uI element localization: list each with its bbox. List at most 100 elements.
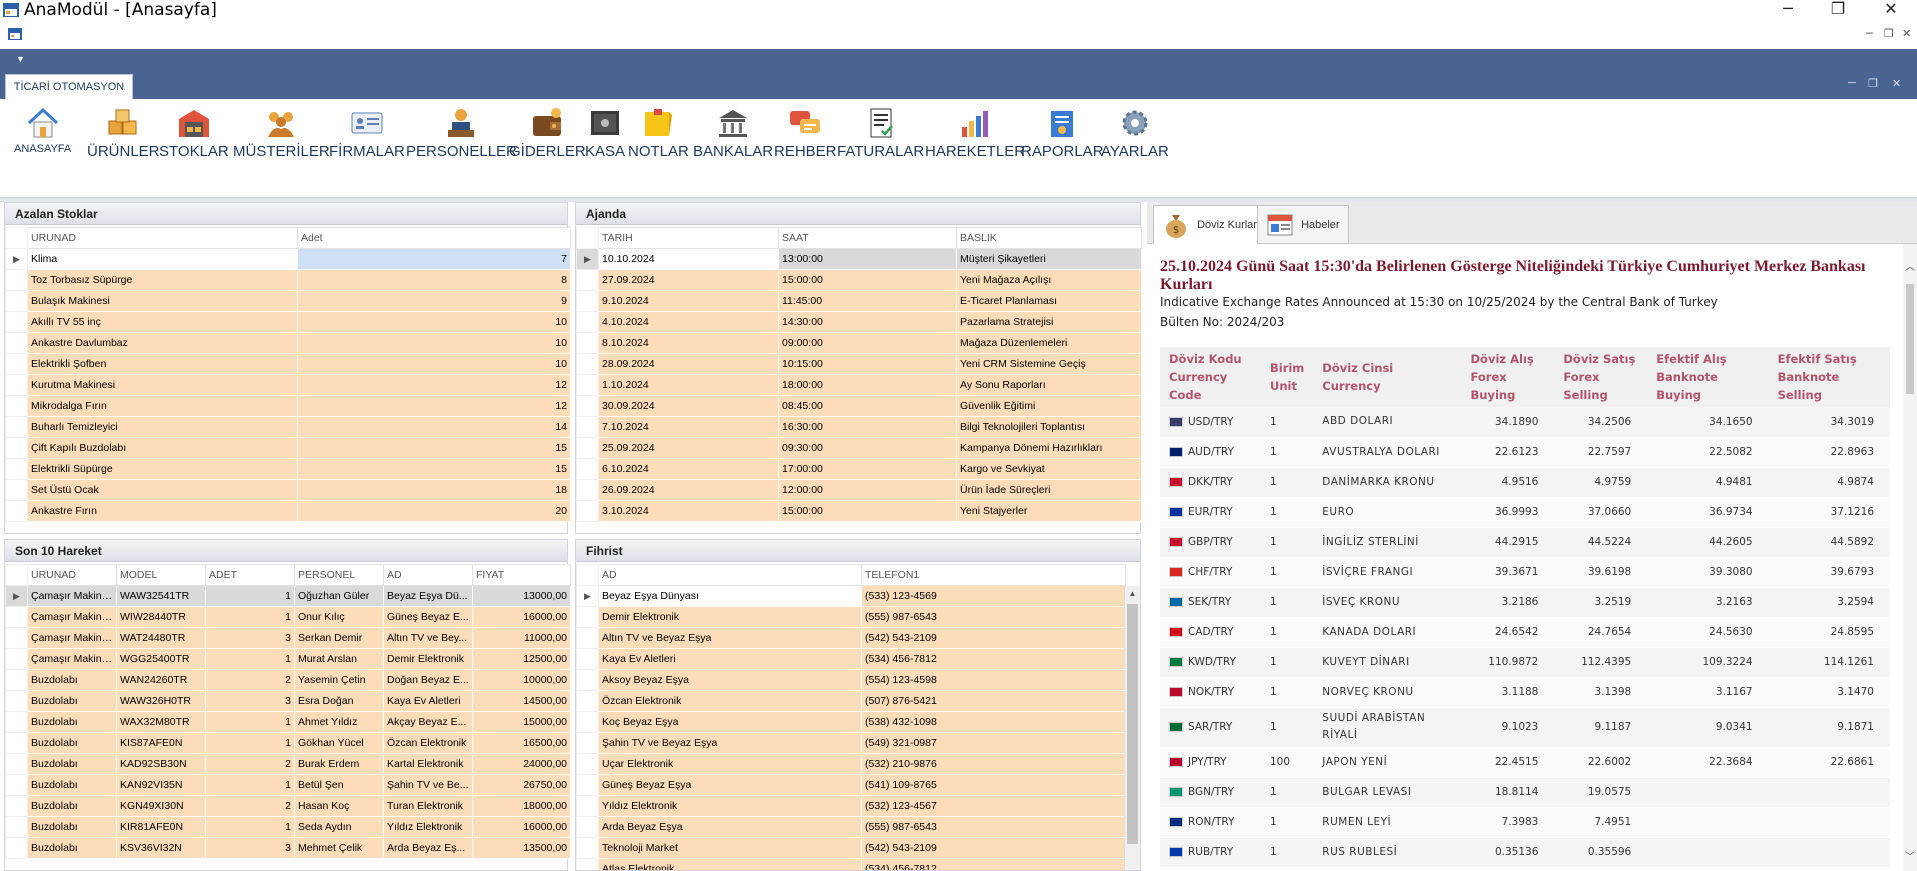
table-cell[interactable]: Yıldız Elektronik — [598, 795, 862, 817]
table-cell[interactable]: 11000,00 — [472, 627, 571, 649]
table-cell[interactable]: Buzdolabı — [27, 795, 117, 817]
scroll-thumb[interactable] — [1906, 284, 1914, 394]
table-cell[interactable]: KAN92VI35N — [116, 774, 206, 796]
table-cell[interactable]: Yeni Stajyerler — [956, 500, 1142, 522]
table-cell[interactable]: Burak Erdem — [294, 753, 384, 775]
table-cell[interactable]: 12500,00 — [472, 648, 571, 670]
table-row[interactable]: Demir Elektronik (555) 987-6543 — [576, 606, 1126, 628]
table-cell[interactable]: 10000,00 — [472, 669, 571, 691]
row-indicator[interactable] — [576, 711, 599, 733]
table-cell[interactable]: Özcan Elektronik — [598, 690, 862, 712]
ribbon-button-firmalar[interactable]: FİRMALAR — [329, 107, 405, 160]
table-row[interactable]: Akıllı TV 55 inç 10 — [5, 311, 571, 333]
table-cell[interactable]: Yasemin Çetin — [294, 669, 384, 691]
table-row[interactable]: 3.10.2024 15:00:00 Yeni Stajyerler — [576, 500, 1142, 522]
mdi-restore-icon[interactable]: ❐ — [1884, 27, 1894, 40]
column-header[interactable]: MODEL — [116, 564, 206, 586]
table-row[interactable]: Altın TV ve Beyaz Eşya (542) 543-2109 — [576, 627, 1126, 649]
table-cell[interactable]: 3.10.2024 — [598, 500, 779, 522]
table-cell[interactable]: 09:00:00 — [778, 332, 957, 354]
table-cell[interactable]: Oğuzhan Güler — [294, 585, 384, 607]
table-cell[interactable]: Turan Elektronik — [383, 795, 473, 817]
ribbon-button-rehber[interactable]: REHBER — [774, 107, 837, 160]
table-cell[interactable]: Arda Beyaz Eşya — [598, 816, 862, 838]
row-indicator[interactable] — [5, 711, 28, 733]
column-header[interactable]: URUNAD — [27, 564, 117, 586]
ribbon-button-stoklar[interactable]: STOKLAR — [159, 107, 229, 160]
row-indicator[interactable]: ▶ — [5, 585, 28, 607]
row-indicator[interactable] — [576, 269, 599, 291]
table-cell[interactable]: Elektrikli Süpürge — [27, 458, 298, 480]
table-row[interactable]: Atlas Elektronik (534) 456-7812 — [576, 858, 1126, 870]
table-cell[interactable]: 15 — [297, 437, 571, 459]
table-row[interactable]: Çift Kapılı Buzdolabı 15 — [5, 437, 571, 459]
table-row[interactable]: Çamaşır Makinesi WIW28440TR 1 Onur Kılıç Gün… — [5, 606, 571, 628]
table-row[interactable]: Elektrikli Şofben 10 — [5, 353, 571, 375]
table-cell[interactable]: Klima — [27, 248, 298, 270]
table-row[interactable]: 7.10.2024 16:30:00 Bilgi Teknolojileri Top… — [576, 416, 1142, 438]
table-row[interactable]: 25.09.2024 09:30:00 Kampanya Dönemi Hazırl… — [576, 437, 1142, 459]
table-cell[interactable]: WIW28440TR — [116, 606, 206, 628]
table-cell[interactable]: Murat Arslan — [294, 648, 384, 670]
row-indicator[interactable] — [576, 669, 599, 691]
scroll-down-icon[interactable]: ﹀ — [1903, 848, 1917, 863]
table-cell[interactable]: 30.09.2024 — [598, 395, 779, 417]
row-indicator[interactable] — [5, 669, 28, 691]
table-cell[interactable]: KSV36VI32N — [116, 837, 206, 859]
table-row[interactable]: 6.10.2024 17:00:00 Kargo ve Sevkiyat — [576, 458, 1142, 480]
table-cell[interactable]: 1 — [205, 606, 295, 628]
table-cell[interactable]: 24000,00 — [472, 753, 571, 775]
table-cell[interactable]: 16000,00 — [472, 606, 571, 628]
table-cell[interactable]: Altın TV ve Bey... — [383, 627, 473, 649]
column-header[interactable]: AD — [383, 564, 473, 586]
scroll-up-icon[interactable]: ▲ — [1125, 586, 1140, 602]
table-cell[interactable]: 18000,00 — [472, 795, 571, 817]
row-indicator[interactable] — [5, 332, 28, 354]
table-row[interactable]: Elektrikli Süpürge 15 — [5, 458, 571, 480]
table-cell[interactable]: 1 — [205, 648, 295, 670]
table-cell[interactable]: KIR81AFE0N — [116, 816, 206, 838]
table-cell[interactable]: Buzdolabı — [27, 711, 117, 733]
table-cell[interactable]: 16000,00 — [472, 816, 571, 838]
table-cell[interactable]: 2 — [205, 753, 295, 775]
table-cell[interactable]: Pazarlama Stratejisi — [956, 311, 1142, 333]
ribbon-button-faturalar[interactable]: FATURALAR — [837, 107, 924, 160]
table-cell[interactable]: Gökhan Yücel — [294, 732, 384, 754]
table-row[interactable]: Teknoloji Market (542) 543-2109 — [576, 837, 1126, 859]
table-cell[interactable]: Mağaza Düzenlemeleri — [956, 332, 1142, 354]
ribbon-close-icon[interactable]: ✕ — [1892, 77, 1901, 90]
ribbon-button-notlar[interactable]: NOTLAR — [628, 107, 689, 160]
row-indicator[interactable] — [5, 500, 28, 522]
table-cell[interactable]: Ahmet Yıldız — [294, 711, 384, 733]
table-cell[interactable]: 1 — [205, 711, 295, 733]
table-cell[interactable]: 20 — [297, 500, 571, 522]
table-cell[interactable]: Doğan Beyaz E... — [383, 669, 473, 691]
table-cell[interactable]: Buzdolabı — [27, 690, 117, 712]
table-cell[interactable]: WAW32541TR — [116, 585, 206, 607]
table-cell[interactable]: Güneş Beyaz E... — [383, 606, 473, 628]
row-indicator[interactable] — [576, 753, 599, 775]
row-indicator[interactable] — [576, 774, 599, 796]
row-indicator[interactable] — [576, 816, 599, 838]
table-cell[interactable]: 2 — [205, 669, 295, 691]
table-cell[interactable]: 15 — [297, 458, 571, 480]
scroll-thumb[interactable] — [1127, 604, 1138, 844]
table-cell[interactable]: 12 — [297, 395, 571, 417]
table-cell[interactable]: Müşteri Şikayetleri — [956, 248, 1142, 270]
row-indicator[interactable] — [5, 690, 28, 712]
table-cell[interactable]: Serkan Demir — [294, 627, 384, 649]
table-cell[interactable]: Kurutma Makinesi — [27, 374, 298, 396]
table-row[interactable]: 4.10.2024 14:30:00 Pazarlama Stratejisi — [576, 311, 1142, 333]
table-cell[interactable]: WGG25400TR — [116, 648, 206, 670]
table-cell[interactable]: Aksoy Beyaz Eşya — [598, 669, 862, 691]
close-button[interactable]: ✕ — [1868, 0, 1914, 20]
table-cell[interactable]: 10:15:00 — [778, 353, 957, 375]
table-cell[interactable]: 1 — [205, 774, 295, 796]
table-row[interactable]: Arda Beyaz Eşya (555) 987-6543 — [576, 816, 1126, 838]
row-indicator[interactable] — [5, 606, 28, 628]
ribbon-button-bankalar[interactable]: BANKALAR — [693, 107, 773, 160]
table-cell[interactable]: 9.10.2024 — [598, 290, 779, 312]
table-cell[interactable]: 27.09.2024 — [598, 269, 779, 291]
table-cell[interactable]: 3 — [205, 837, 295, 859]
table-cell[interactable]: (542) 543-2109 — [861, 837, 1126, 859]
